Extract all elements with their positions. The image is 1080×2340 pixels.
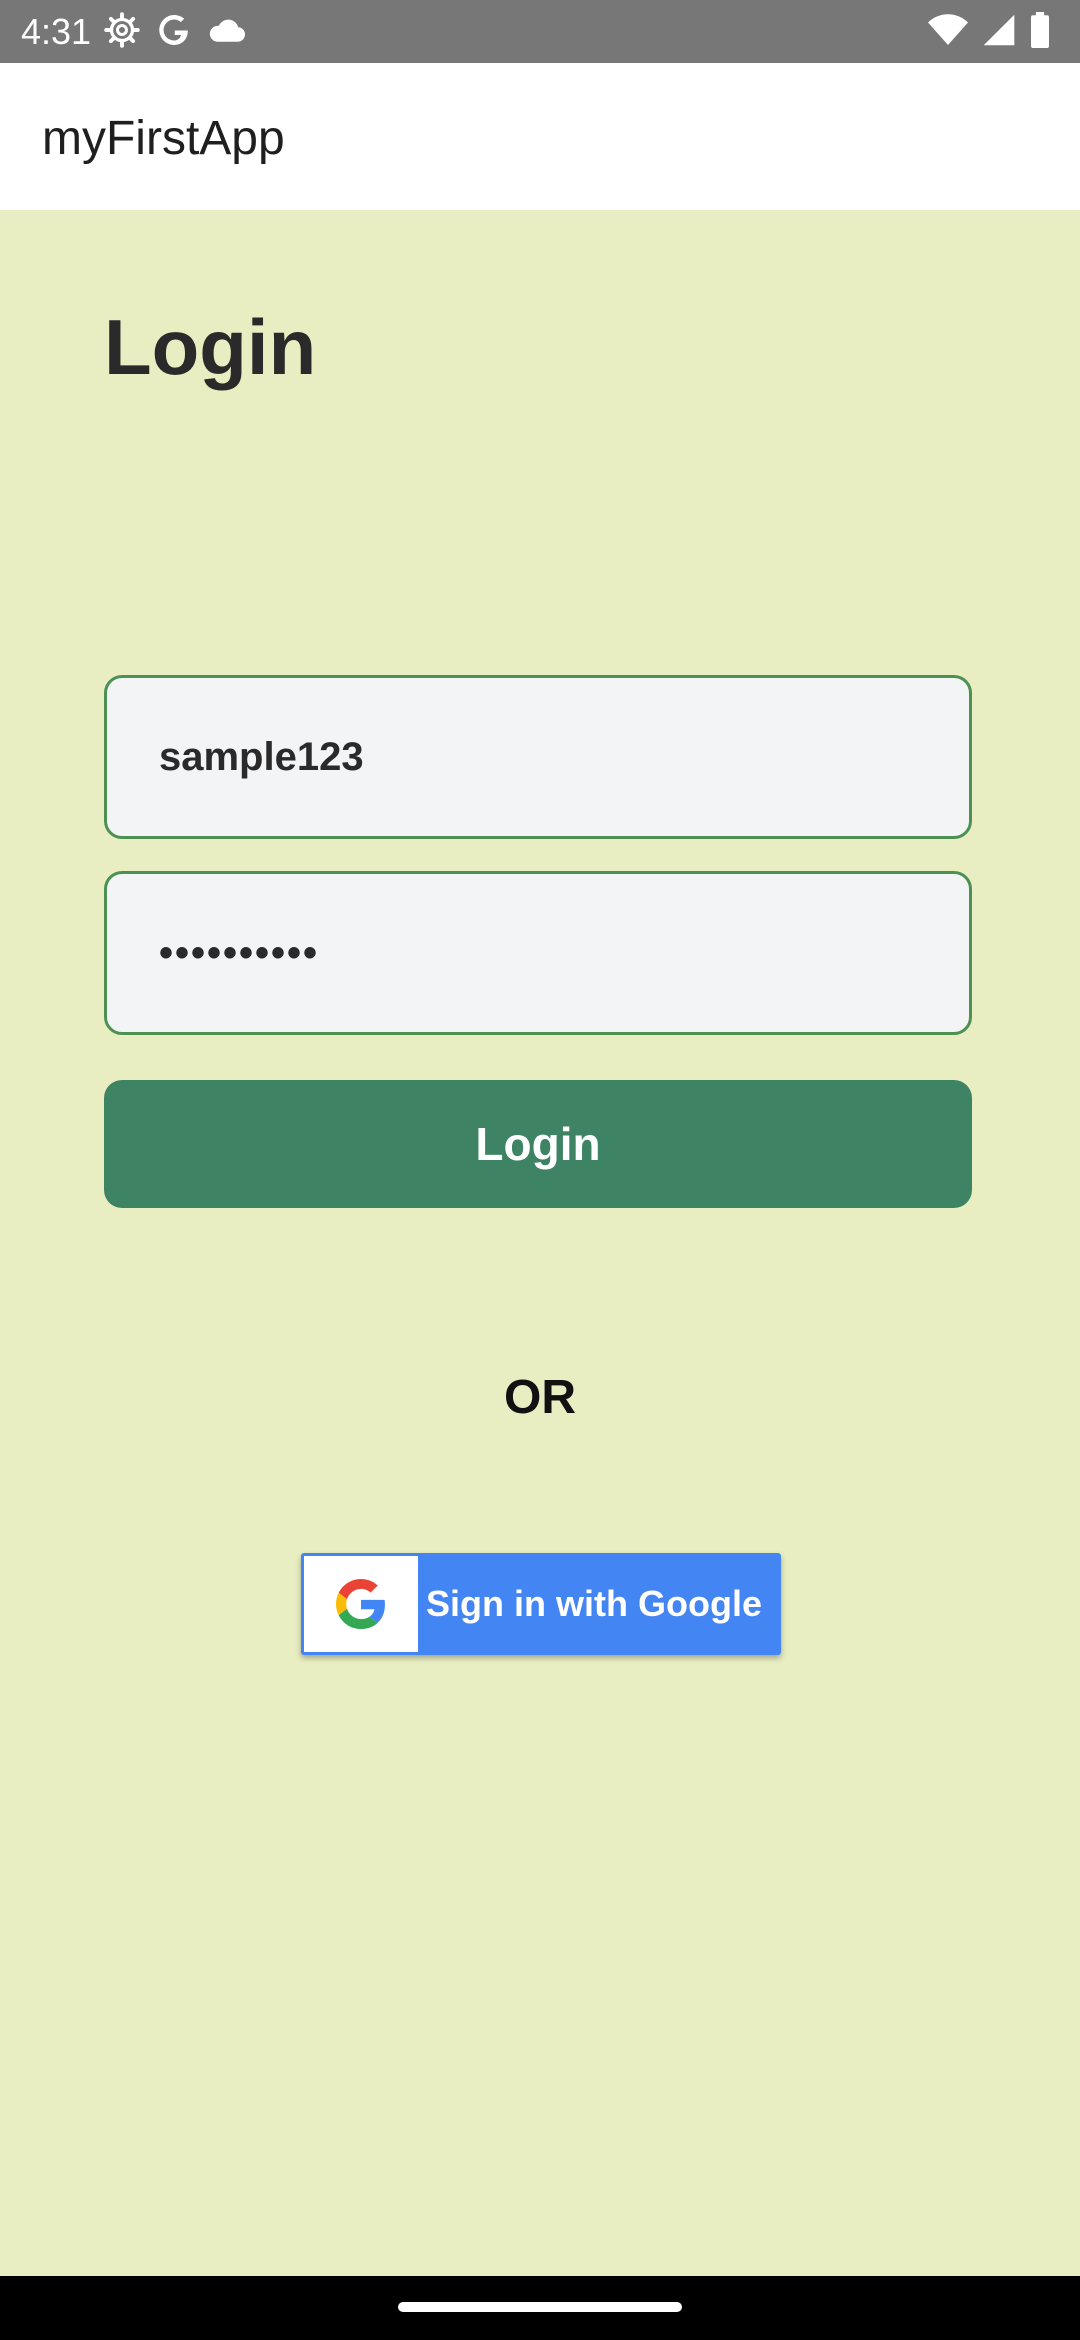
google-signin-button[interactable]: Sign in with Google [301,1553,781,1655]
navigation-bar [0,2276,1080,2340]
google-icon [156,12,192,53]
home-indicator[interactable] [398,2302,682,2312]
cloud-icon [208,15,246,50]
password-input[interactable] [104,871,972,1035]
or-divider-text: OR [504,1371,576,1424]
battery-icon [1030,11,1050,53]
status-time: 4:31 [21,11,92,52]
settings-icon [104,11,140,53]
wifi-icon [928,13,968,52]
signal-icon [982,13,1016,52]
status-icons-right [928,11,1050,53]
login-screen: Login Login OR Sign in with Google [0,210,1080,2276]
app-title: myFirstApp [42,112,285,165]
google-g-icon [304,1556,418,1652]
google-signin-label: Sign in with Google [426,1583,762,1624]
app-bar: myFirstApp [0,63,1080,210]
status-bar: 4:31 [0,0,1080,63]
login-button[interactable]: Login [104,1080,972,1208]
status-icons-left [104,11,246,53]
page-title: Login [104,303,317,391]
username-input[interactable] [104,675,972,839]
